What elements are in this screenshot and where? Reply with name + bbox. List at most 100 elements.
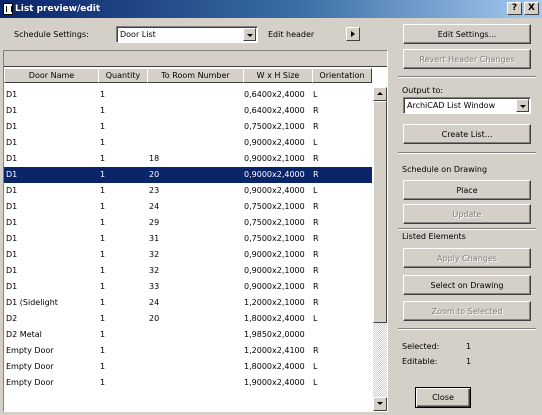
edit-header-arrow-button[interactable] xyxy=(346,27,360,41)
table-cell: 0,6400x2,4000 xyxy=(244,90,305,99)
table-cell: 20 xyxy=(149,314,159,323)
table-cell: R xyxy=(313,170,319,179)
table-row[interactable]: D2 Metal 1 1,9850x2,0000 xyxy=(4,327,372,343)
table-cell: D1 xyxy=(6,218,18,227)
table-cell: 0,7500x2,1000 xyxy=(244,218,305,227)
scrollbar-thumb[interactable] xyxy=(373,101,387,323)
table-cell: 1 xyxy=(100,298,106,307)
table-cell: 1 xyxy=(100,362,106,371)
table-cell: R xyxy=(313,202,319,211)
table-cell: L xyxy=(313,362,318,371)
output-to-dropdown[interactable]: ArchiCAD List Window xyxy=(403,97,531,114)
title-bar[interactable]: List preview/edit ? X xyxy=(0,0,542,18)
table-row[interactable]: D1 1 20 0,9000x2,4000 R xyxy=(4,167,372,183)
close-button[interactable]: Close xyxy=(415,387,471,408)
chevron-down-icon[interactable] xyxy=(516,99,529,112)
table-cell: 1 xyxy=(100,106,106,115)
table-row[interactable]: D1 1 0,9000x2,4000 L xyxy=(4,135,372,151)
column-header[interactable]: W x H Size xyxy=(243,68,313,83)
update-button[interactable]: Update xyxy=(403,204,531,224)
table-cell: 1 xyxy=(100,314,106,323)
table-cell: 1,2000x2,4100 xyxy=(244,346,305,355)
table-row[interactable]: D1 1 0,6400x2,4000 L xyxy=(4,87,372,103)
column-header[interactable]: Door Name xyxy=(4,68,99,83)
table-cell: D1 xyxy=(6,170,18,179)
revert-header-changes-button[interactable]: Revert Header Changes xyxy=(403,49,531,69)
table-cell: 0,7500x2,1000 xyxy=(244,234,305,243)
table-cell: 32 xyxy=(149,266,159,275)
table-row[interactable]: D1 1 18 0,9000x2,1000 R xyxy=(4,151,372,167)
table-cell: 0,9000x2,4000 xyxy=(244,186,305,195)
column-header[interactable]: To Room Number xyxy=(147,68,244,83)
table-row[interactable]: D1 1 23 0,9000x2,4000 L xyxy=(4,183,372,199)
scroll-up-icon[interactable] xyxy=(373,87,387,101)
close-window-button[interactable]: X xyxy=(524,2,539,15)
table-cell: 1 xyxy=(100,282,106,291)
horizontal-scroll-track[interactable] xyxy=(4,411,372,412)
table-cell: L xyxy=(313,90,318,99)
schedule-settings-dropdown[interactable]: Door List xyxy=(116,26,258,43)
edit-header-label: Edit header xyxy=(268,30,315,39)
table-row[interactable]: D1 1 29 0,7500x2,1000 R xyxy=(4,215,372,231)
chevron-down-icon[interactable] xyxy=(243,28,256,41)
table-cell: 1 xyxy=(100,234,106,243)
table-cell: 0,9000x2,1000 xyxy=(244,266,305,275)
column-headers: Door Name Quantity To Room Number W x H Siz… xyxy=(4,68,372,86)
table-cell: 18 xyxy=(149,154,159,163)
schedule-on-drawing-label: Schedule on Drawing xyxy=(402,165,488,174)
table-row[interactable]: D1 1 32 0,9000x2,1000 R xyxy=(4,263,372,279)
list-window-icon xyxy=(3,3,13,15)
edit-settings-button[interactable]: Edit Settings... xyxy=(403,24,531,44)
table-cell: 1 xyxy=(100,186,106,195)
vertical-scrollbar[interactable] xyxy=(373,87,387,411)
place-button[interactable]: Place xyxy=(403,180,531,200)
table-cell: 1 xyxy=(100,170,106,179)
selected-count-label: Selected: xyxy=(402,342,440,351)
table-cell: R xyxy=(313,154,319,163)
table-row[interactable]: D1 1 32 0,9000x2,1000 R xyxy=(4,247,372,263)
column-header[interactable]: Quantity xyxy=(98,68,148,83)
table-cell: D1 (Sidelight xyxy=(6,298,58,307)
table-cell: R xyxy=(313,218,319,227)
table-cell: R xyxy=(313,122,319,131)
window-title: List preview/edit xyxy=(15,4,101,14)
table-row[interactable]: D1 1 0,6400x2,4000 R xyxy=(4,103,372,119)
table-cell: L xyxy=(313,186,318,195)
table-row[interactable]: D1 1 31 0,7500x2,1000 R xyxy=(4,231,372,247)
table-row[interactable]: D1 1 0,7500x2,1000 R xyxy=(4,119,372,135)
table-cell: D1 xyxy=(6,266,18,275)
schedule-list[interactable]: Door Name Quantity To Room Number W x H Siz… xyxy=(3,50,388,412)
create-list-button[interactable]: Create List... xyxy=(403,124,531,144)
title-buttons: ? X xyxy=(507,2,539,15)
table-row[interactable]: D2 1 20 1,8000x2,4000 L xyxy=(4,311,372,327)
column-header[interactable]: Orientation xyxy=(312,68,372,83)
table-cell: D1 xyxy=(6,234,18,243)
table-cell: L xyxy=(313,378,318,387)
scroll-down-icon[interactable] xyxy=(373,397,387,411)
table-row[interactable]: D1 (Sidelight 1 24 1,2000x2,1000 R xyxy=(4,295,372,311)
table-cell: R xyxy=(313,298,319,307)
output-to-value: ArchiCAD List Window xyxy=(407,101,496,110)
help-button[interactable]: ? xyxy=(507,2,522,15)
table-cell: 32 xyxy=(149,250,159,259)
list-rows[interactable]: D1 1 0,6400x2,4000 L D1 1 0,6400x2,4000 R D1 1 0,7… xyxy=(4,87,372,411)
table-cell: D1 xyxy=(6,138,18,147)
table-row[interactable]: D1 1 24 0,7500x2,1000 R xyxy=(4,199,372,215)
divider xyxy=(398,328,536,330)
table-row[interactable]: Empty Door 1 1,2000x2,4100 R xyxy=(4,343,372,359)
table-cell: D2 Metal xyxy=(6,330,42,339)
table-row[interactable]: Empty Door 1 1,8000x2,4000 L xyxy=(4,359,372,375)
apply-changes-button[interactable]: Apply Changes xyxy=(403,248,531,268)
table-cell: 1,8000x2,4000 xyxy=(244,362,305,371)
table-row[interactable]: Empty Door 1 1,9000x2,4000 L xyxy=(4,375,372,391)
table-cell: 1 xyxy=(100,122,106,131)
table-cell: 1 xyxy=(100,138,106,147)
table-cell: 0,7500x2,1000 xyxy=(244,202,305,211)
zoom-to-selected-button[interactable]: Zoom to Selected xyxy=(403,301,531,321)
table-cell: 0,9000x2,1000 xyxy=(244,282,305,291)
editable-count-label: Editable: xyxy=(402,357,438,366)
table-row[interactable]: D1 1 33 0,9000x2,1000 R xyxy=(4,279,372,295)
schedule-settings-label: Schedule Settings: xyxy=(14,30,89,39)
editable-count-value: 1 xyxy=(466,357,472,366)
select-on-drawing-button[interactable]: Select on Drawing xyxy=(403,275,531,295)
